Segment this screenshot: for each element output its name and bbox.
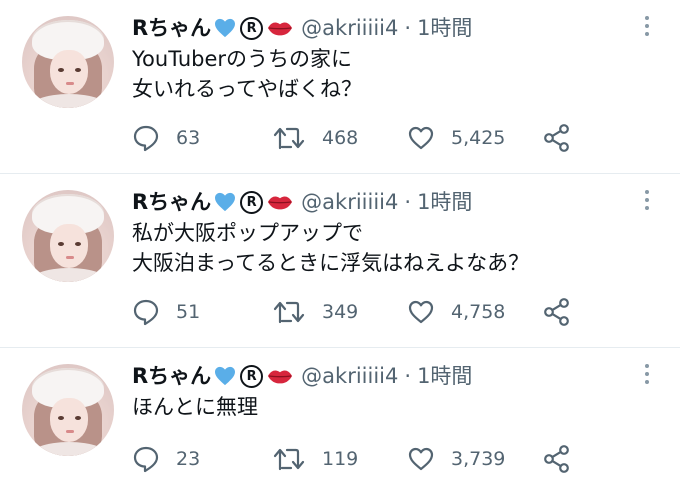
reply-count: 63: [176, 127, 201, 149]
blue-heart-icon: [215, 18, 236, 38]
tweet-text: YouTuberのうちの家に 女いれるってやばくね？: [132, 44, 362, 104]
tweet-text-line: YouTuberのうちの家に: [132, 47, 353, 71]
reply-count: 23: [176, 448, 201, 470]
like-button[interactable]: 5,425: [407, 121, 505, 155]
like-count: 4,758: [451, 301, 506, 323]
retweet-button[interactable]: 468: [272, 121, 358, 155]
more-icon[interactable]: [644, 364, 650, 388]
avatar[interactable]: [22, 364, 114, 456]
reply-button[interactable]: 23: [132, 442, 200, 476]
timestamp[interactable]: 1時間: [417, 362, 472, 390]
separator: ·: [404, 16, 412, 40]
lips-icon: [268, 196, 293, 210]
separator: ·: [404, 190, 412, 214]
retweet-icon: [273, 127, 305, 150]
tweet-header: Rちゃん R @akriiiii4 · 1時間: [132, 14, 472, 42]
share-button[interactable]: [542, 295, 572, 329]
tweet[interactable]: Rちゃん R @akriiiii4 · 1時間 YouTuberのうちの家に 女…: [0, 0, 680, 174]
reply-button[interactable]: 51: [132, 295, 200, 329]
like-icon: [408, 126, 434, 150]
retweet-count: 349: [322, 301, 359, 323]
more-icon[interactable]: [644, 190, 650, 214]
like-icon: [408, 300, 434, 324]
handle[interactable]: @akriiiii4: [301, 362, 398, 390]
reply-icon: [133, 299, 159, 326]
display-name[interactable]: Rちゃん: [132, 14, 211, 42]
action-bar: 63 468 5,425: [132, 121, 582, 155]
registered-icon: R: [240, 190, 264, 214]
retweet-button[interactable]: 119: [272, 442, 358, 476]
share-button[interactable]: [542, 121, 572, 155]
lips-icon: [268, 370, 293, 384]
share-button[interactable]: [542, 442, 572, 476]
registered-icon: R: [240, 16, 264, 40]
retweet-icon: [273, 448, 305, 471]
tweet-text: 私が大阪ポップアップで 大阪泊まってるときに浮気はねえよなあ？: [132, 218, 529, 278]
display-name[interactable]: Rちゃん: [132, 362, 211, 390]
tweet-text-line: 私が大阪ポップアップで: [132, 221, 363, 245]
tweet-text-line: 女いれるってやばくね？: [132, 77, 362, 101]
like-count: 5,425: [451, 127, 506, 149]
action-bar: 23 119 3,739: [132, 442, 582, 476]
avatar[interactable]: [22, 16, 114, 108]
reply-button[interactable]: 63: [132, 121, 200, 155]
blue-heart-icon: [215, 192, 236, 212]
separator: ·: [404, 364, 412, 388]
tweet-text: ほんとに無理: [132, 392, 258, 422]
reply-count: 51: [176, 301, 201, 323]
tweet-text-line: ほんとに無理: [132, 395, 258, 419]
tweet[interactable]: Rちゃん R @akriiiii4 · 1時間 私が大阪ポップアップで 大阪泊ま…: [0, 174, 680, 348]
blue-heart-icon: [215, 366, 236, 386]
lips-icon: [268, 22, 293, 36]
share-icon: [544, 124, 569, 152]
reply-icon: [133, 446, 159, 473]
share-icon: [544, 298, 569, 326]
reply-icon: [133, 125, 159, 152]
like-icon: [408, 447, 434, 471]
retweet-icon: [273, 301, 305, 324]
tweet-text-line: 大阪泊まってるときに浮気はねえよなあ？: [132, 251, 530, 275]
like-button[interactable]: 4,758: [407, 295, 505, 329]
timestamp[interactable]: 1時間: [417, 14, 472, 42]
registered-icon: R: [240, 364, 264, 388]
more-icon[interactable]: [644, 16, 650, 40]
handle[interactable]: @akriiiii4: [301, 14, 398, 42]
timestamp[interactable]: 1時間: [417, 188, 472, 216]
tweet-header: Rちゃん R @akriiiii4 · 1時間: [132, 362, 472, 390]
tweet[interactable]: Rちゃん R @akriiiii4 · 1時間 ほんとに無理 23 119 3,…: [0, 348, 680, 486]
like-button[interactable]: 3,739: [407, 442, 505, 476]
avatar[interactable]: [22, 190, 114, 282]
action-bar: 51 349 4,758: [132, 295, 582, 329]
retweet-button[interactable]: 349: [272, 295, 358, 329]
share-icon: [544, 445, 569, 473]
like-count: 3,739: [451, 448, 506, 470]
handle[interactable]: @akriiiii4: [301, 188, 398, 216]
display-name[interactable]: Rちゃん: [132, 188, 211, 216]
tweet-header: Rちゃん R @akriiiii4 · 1時間: [132, 188, 472, 216]
retweet-count: 468: [322, 127, 359, 149]
retweet-count: 119: [322, 448, 359, 470]
